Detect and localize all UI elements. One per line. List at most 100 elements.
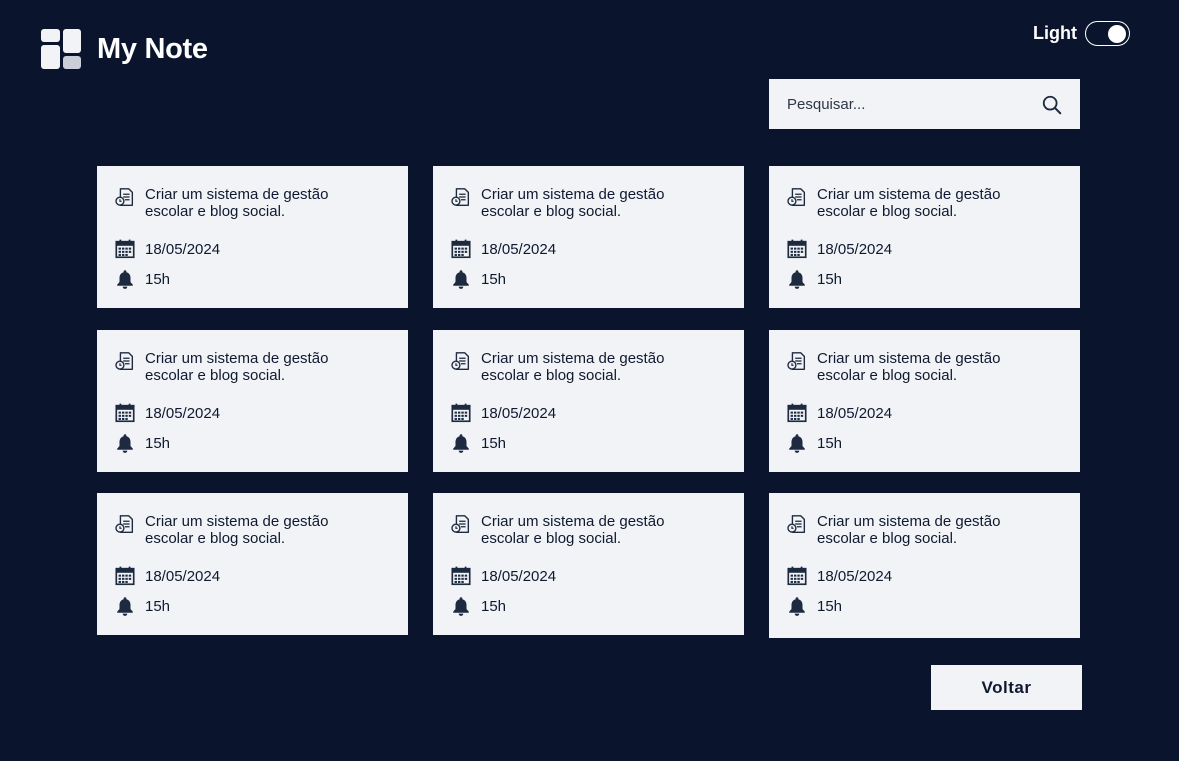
note-date-row: 18/05/2024 bbox=[450, 402, 556, 424]
grid-logo-icon bbox=[41, 29, 81, 69]
note-date: 18/05/2024 bbox=[145, 240, 221, 258]
document-clock-icon bbox=[787, 188, 806, 206]
app-title: My Note bbox=[97, 32, 208, 65]
note-card[interactable]: Criar um sistema de gestão escolar e blo… bbox=[433, 330, 744, 472]
document-clock-icon bbox=[115, 188, 134, 206]
note-time: 15h bbox=[145, 597, 171, 615]
note-date-row: 18/05/2024 bbox=[114, 565, 220, 587]
note-date-row: 18/05/2024 bbox=[450, 238, 556, 260]
note-date-row: 18/05/2024 bbox=[786, 402, 892, 424]
note-card[interactable]: Criar um sistema de gestão escolar e blo… bbox=[433, 166, 744, 308]
bell-icon bbox=[789, 434, 805, 453]
note-date-row: 18/05/2024 bbox=[786, 238, 892, 260]
note-title: Criar um sistema de gestão escolar e blo… bbox=[145, 513, 329, 547]
note-time-row: 15h bbox=[450, 595, 506, 617]
note-card[interactable]: Criar um sistema de gestão escolar e blo… bbox=[769, 493, 1080, 638]
note-time-row: 15h bbox=[786, 432, 842, 454]
note-time: 15h bbox=[481, 270, 507, 288]
calendar-icon bbox=[115, 239, 135, 259]
theme-switch: Light bbox=[1033, 21, 1130, 46]
note-time: 15h bbox=[481, 434, 507, 452]
note-title-row: Criar um sistema de gestão escolar e blo… bbox=[450, 513, 701, 547]
note-title: Criar um sistema de gestão escolar e blo… bbox=[481, 186, 665, 220]
bell-icon bbox=[453, 434, 469, 453]
note-card[interactable]: Criar um sistema de gestão escolar e blo… bbox=[97, 166, 408, 308]
toggle-knob bbox=[1108, 24, 1126, 43]
app-logo: My Note bbox=[41, 29, 208, 69]
bell-icon bbox=[453, 597, 469, 616]
document-clock-icon bbox=[787, 352, 806, 370]
note-time: 15h bbox=[817, 270, 843, 288]
document-clock-icon bbox=[787, 515, 806, 533]
note-title: Criar um sistema de gestão escolar e blo… bbox=[481, 513, 665, 547]
bell-icon bbox=[789, 270, 805, 289]
note-time: 15h bbox=[817, 434, 843, 452]
note-title: Criar um sistema de gestão escolar e blo… bbox=[145, 186, 329, 220]
note-title: Criar um sistema de gestão escolar e blo… bbox=[145, 350, 329, 384]
note-date: 18/05/2024 bbox=[817, 240, 893, 258]
calendar-icon bbox=[787, 403, 807, 423]
note-date-row: 18/05/2024 bbox=[786, 565, 892, 587]
document-clock-icon bbox=[451, 352, 470, 370]
note-title-row: Criar um sistema de gestão escolar e blo… bbox=[450, 186, 701, 220]
calendar-icon bbox=[787, 239, 807, 259]
note-time-row: 15h bbox=[786, 268, 842, 290]
note-title: Criar um sistema de gestão escolar e blo… bbox=[817, 350, 1001, 384]
note-time: 15h bbox=[817, 597, 843, 615]
note-date: 18/05/2024 bbox=[481, 567, 557, 585]
note-date: 18/05/2024 bbox=[481, 240, 557, 258]
bell-icon bbox=[789, 597, 805, 616]
note-title-row: Criar um sistema de gestão escolar e blo… bbox=[786, 513, 1037, 547]
note-title-row: Criar um sistema de gestão escolar e blo… bbox=[114, 513, 365, 547]
calendar-icon bbox=[451, 239, 471, 259]
note-date: 18/05/2024 bbox=[145, 567, 221, 585]
calendar-icon bbox=[451, 566, 471, 586]
theme-toggle[interactable] bbox=[1085, 21, 1130, 46]
note-time-row: 15h bbox=[786, 595, 842, 617]
note-card[interactable]: Criar um sistema de gestão escolar e blo… bbox=[769, 330, 1080, 472]
note-title-row: Criar um sistema de gestão escolar e blo… bbox=[786, 186, 1037, 220]
calendar-icon bbox=[451, 403, 471, 423]
bell-icon bbox=[117, 434, 133, 453]
note-time: 15h bbox=[145, 434, 171, 452]
note-title-row: Criar um sistema de gestão escolar e blo… bbox=[114, 186, 365, 220]
calendar-icon bbox=[787, 566, 807, 586]
document-clock-icon bbox=[451, 515, 470, 533]
bell-icon bbox=[453, 270, 469, 289]
note-card[interactable]: Criar um sistema de gestão escolar e blo… bbox=[97, 330, 408, 472]
note-date: 18/05/2024 bbox=[817, 567, 893, 585]
note-time-row: 15h bbox=[114, 595, 170, 617]
note-time-row: 15h bbox=[450, 432, 506, 454]
note-title-row: Criar um sistema de gestão escolar e blo… bbox=[450, 350, 701, 384]
document-clock-icon bbox=[115, 515, 134, 533]
note-date: 18/05/2024 bbox=[817, 404, 893, 422]
bell-icon bbox=[117, 597, 133, 616]
note-time-row: 15h bbox=[114, 432, 170, 454]
note-card[interactable]: Criar um sistema de gestão escolar e blo… bbox=[769, 166, 1080, 308]
back-button[interactable]: Voltar bbox=[931, 665, 1082, 710]
document-clock-icon bbox=[115, 352, 134, 370]
note-title-row: Criar um sistema de gestão escolar e blo… bbox=[114, 350, 365, 384]
search-bar bbox=[769, 79, 1080, 129]
note-title: Criar um sistema de gestão escolar e blo… bbox=[817, 186, 1001, 220]
note-time-row: 15h bbox=[114, 268, 170, 290]
note-card[interactable]: Criar um sistema de gestão escolar e blo… bbox=[97, 493, 408, 635]
note-title: Criar um sistema de gestão escolar e blo… bbox=[817, 513, 1001, 547]
note-title-row: Criar um sistema de gestão escolar e blo… bbox=[786, 350, 1037, 384]
note-date-row: 18/05/2024 bbox=[114, 238, 220, 260]
note-date: 18/05/2024 bbox=[145, 404, 221, 422]
search-icon[interactable] bbox=[1041, 94, 1063, 116]
note-date: 18/05/2024 bbox=[481, 404, 557, 422]
calendar-icon bbox=[115, 403, 135, 423]
calendar-icon bbox=[115, 566, 135, 586]
note-card[interactable]: Criar um sistema de gestão escolar e blo… bbox=[433, 493, 744, 635]
app-root: My Note Light Criar um sistema de gestão… bbox=[0, 0, 1179, 761]
note-date-row: 18/05/2024 bbox=[114, 402, 220, 424]
note-time-row: 15h bbox=[450, 268, 506, 290]
search-input[interactable] bbox=[769, 79, 1029, 129]
note-time: 15h bbox=[481, 597, 507, 615]
note-date-row: 18/05/2024 bbox=[450, 565, 556, 587]
note-time: 15h bbox=[145, 270, 171, 288]
note-title: Criar um sistema de gestão escolar e blo… bbox=[481, 350, 665, 384]
theme-label: Light bbox=[1033, 23, 1077, 43]
